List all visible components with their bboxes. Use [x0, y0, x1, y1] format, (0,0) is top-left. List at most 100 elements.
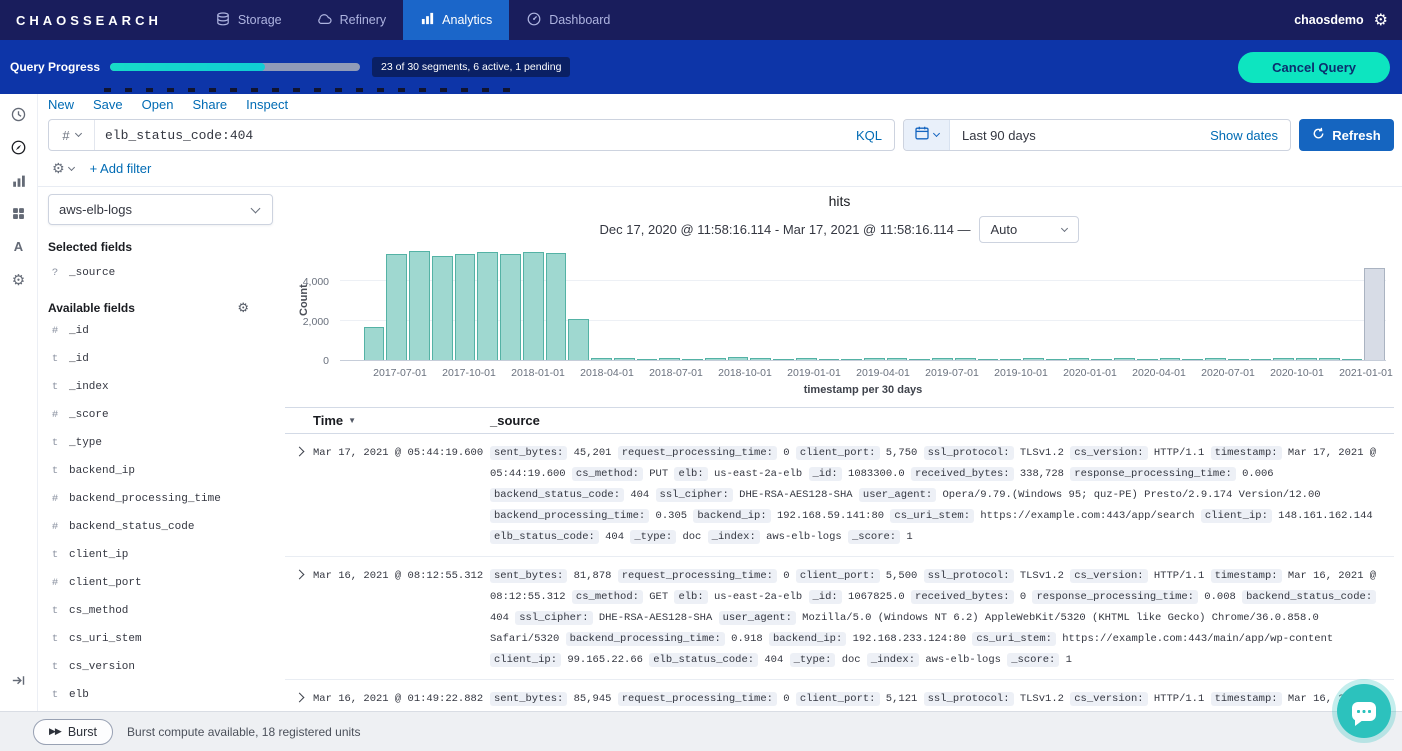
chat-widget-button[interactable]: [1337, 684, 1391, 738]
histogram-bar[interactable]: [409, 251, 430, 360]
expand-rail-icon[interactable]: [0, 664, 38, 697]
menu-save[interactable]: Save: [93, 97, 123, 112]
field-item[interactable]: tcs_version: [48, 653, 275, 681]
histogram-bar[interactable]: [455, 254, 476, 360]
histogram-bar[interactable]: [728, 357, 749, 360]
field-key-badge: cs_version:: [1070, 446, 1147, 460]
tab-storage[interactable]: Storage: [198, 0, 299, 40]
histogram-bar[interactable]: [1228, 359, 1249, 360]
menu-inspect[interactable]: Inspect: [246, 97, 288, 112]
histogram-bar[interactable]: [978, 359, 999, 360]
field-item[interactable]: tbackend_ip: [48, 457, 275, 485]
histogram-bar[interactable]: [909, 359, 930, 360]
histogram-bar[interactable]: [477, 252, 498, 360]
dashboards-grid-icon[interactable]: [0, 197, 38, 230]
histogram-bar[interactable]: [568, 319, 589, 360]
histogram-bar[interactable]: [841, 359, 862, 360]
filter-settings-gear-icon[interactable]: ⚙: [52, 160, 74, 177]
histogram-bar[interactable]: [659, 358, 680, 360]
x-tick-label: 2018-10-01: [705, 367, 785, 379]
kql-language-button[interactable]: KQL: [856, 128, 882, 143]
burst-button[interactable]: ▶▶ Burst: [33, 719, 113, 745]
histogram-bar[interactable]: [773, 359, 794, 360]
histogram-bar[interactable]: [1205, 358, 1226, 360]
histogram-bar[interactable]: [1319, 358, 1340, 360]
refresh-button[interactable]: Refresh: [1299, 119, 1394, 151]
histogram-bar[interactable]: [500, 254, 521, 360]
histogram-bar[interactable]: [1046, 359, 1067, 360]
histogram-bar[interactable]: [591, 358, 612, 360]
field-item[interactable]: t_index: [48, 373, 275, 401]
histogram-bar[interactable]: [1000, 359, 1021, 360]
histogram-bar[interactable]: [1296, 358, 1317, 360]
history-clock-icon[interactable]: [0, 98, 38, 131]
discover-compass-icon[interactable]: [0, 131, 38, 164]
histogram-bar[interactable]: [1091, 359, 1112, 360]
time-column-header[interactable]: Time ▼: [313, 413, 490, 428]
field-item[interactable]: telb: [48, 681, 275, 709]
field-item[interactable]: #_id: [48, 317, 275, 345]
visualize-chart-icon[interactable]: [0, 164, 38, 197]
tab-analytics[interactable]: Analytics: [403, 0, 509, 40]
histogram-bar[interactable]: [819, 359, 840, 360]
histogram-bar[interactable]: [1069, 358, 1090, 360]
histogram-bar[interactable]: [432, 256, 453, 360]
add-filter-button[interactable]: + Add filter: [90, 161, 152, 176]
histogram-bar[interactable]: [932, 358, 953, 360]
tab-refinery[interactable]: Refinery: [299, 0, 404, 40]
settings-gear-icon[interactable]: ⚙: [1374, 0, 1388, 40]
histogram-bar[interactable]: [637, 359, 658, 360]
histogram-bar[interactable]: [1023, 358, 1044, 360]
field-item[interactable]: tcs_uri_stem: [48, 625, 275, 653]
expand-row-button[interactable]: [285, 566, 313, 671]
table-row[interactable]: Mar 17, 2021 @ 05:44:19.600sent_bytes: 4…: [285, 434, 1394, 557]
histogram-bar-partial[interactable]: [1364, 268, 1385, 360]
histogram-bar[interactable]: [864, 358, 885, 360]
field-item[interactable]: tclient_ip: [48, 541, 275, 569]
histogram-bar[interactable]: [1137, 359, 1158, 360]
field-item[interactable]: #client_port: [48, 569, 275, 597]
histogram-bar[interactable]: [1160, 358, 1181, 360]
field-item[interactable]: #backend_status_code: [48, 513, 275, 541]
histogram-bar[interactable]: [1182, 359, 1203, 360]
histogram-bar[interactable]: [523, 252, 544, 360]
menu-open[interactable]: Open: [142, 97, 174, 112]
histogram-bar[interactable]: [705, 358, 726, 360]
tab-dashboard[interactable]: Dashboard: [509, 0, 627, 40]
histogram-bar[interactable]: [1114, 358, 1135, 360]
histogram-bar[interactable]: [546, 253, 567, 360]
histogram-bar[interactable]: [1273, 358, 1294, 360]
field-item-source[interactable]: ? _source: [48, 260, 275, 286]
field-item[interactable]: #_score: [48, 401, 275, 429]
time-range-value[interactable]: Last 90 days: [962, 128, 1036, 143]
field-item[interactable]: t_id: [48, 345, 275, 373]
histogram-bar[interactable]: [386, 254, 407, 360]
table-row[interactable]: Mar 16, 2021 @ 08:12:55.312sent_bytes: 8…: [285, 557, 1394, 680]
index-pattern-select[interactable]: aws-elb-logs: [48, 194, 273, 225]
histogram-bar[interactable]: [796, 358, 817, 360]
cancel-query-button[interactable]: Cancel Query: [1238, 52, 1390, 83]
rail-settings-gear-icon[interactable]: ⚙: [0, 263, 38, 296]
calendar-dropdown-button[interactable]: [904, 120, 950, 150]
interval-select[interactable]: Auto: [979, 216, 1079, 243]
alerting-a-icon[interactable]: A: [0, 230, 38, 263]
menu-new[interactable]: New: [48, 97, 74, 112]
histogram-bar[interactable]: [1251, 359, 1272, 360]
field-settings-gear-icon[interactable]: ⚙: [237, 300, 249, 316]
user-menu[interactable]: chaosdemo: [1294, 0, 1363, 40]
field-item[interactable]: #backend_processing_time: [48, 485, 275, 513]
histogram-bar[interactable]: [1342, 359, 1363, 360]
histogram-bar[interactable]: [887, 358, 908, 360]
query-input[interactable]: [95, 128, 856, 143]
histogram-bar[interactable]: [614, 358, 635, 360]
query-prefix-dropdown[interactable]: #: [49, 120, 95, 150]
histogram-bar[interactable]: [682, 359, 703, 360]
field-item[interactable]: tcs_method: [48, 597, 275, 625]
menu-share[interactable]: Share: [192, 97, 227, 112]
histogram-bar[interactable]: [364, 327, 385, 360]
histogram-bar[interactable]: [750, 358, 771, 360]
show-dates-button[interactable]: Show dates: [1210, 128, 1278, 143]
histogram-bar[interactable]: [955, 358, 976, 360]
field-item[interactable]: t_type: [48, 429, 275, 457]
expand-row-button[interactable]: [285, 443, 313, 548]
